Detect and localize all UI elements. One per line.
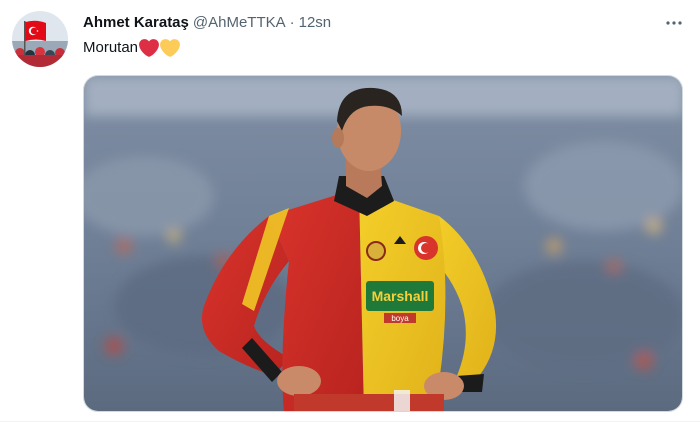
tweet-header: Ahmet Karataş @AhMeTTKA · 12sn — [83, 13, 331, 33]
yellow-heart-icon — [160, 39, 180, 57]
divider — [0, 421, 700, 422]
separator-dot: · — [289, 14, 295, 31]
tweet-card[interactable]: Ahmet Karataş @AhMeTTKA · 12sn Morutan M… — [0, 0, 700, 423]
turkish-flag-crowd-avatar-icon — [12, 11, 68, 67]
red-heart-icon — [139, 39, 159, 57]
avatar[interactable] — [12, 11, 68, 67]
football-player-photo: Marshall boya — [84, 76, 682, 411]
more-options-icon — [666, 21, 682, 25]
jersey-sponsor-sub: boya — [391, 314, 409, 323]
tweet-photo[interactable]: Marshall boya — [83, 75, 683, 412]
author-handle[interactable]: @AhMeTTKA — [193, 13, 286, 33]
tweet-text: Morutan — [83, 37, 180, 59]
more-options-button[interactable] — [662, 11, 686, 35]
author-display-name[interactable]: Ahmet Karataş — [83, 13, 189, 33]
jersey-sponsor: Marshall — [372, 288, 429, 304]
timestamp[interactable]: 12sn — [299, 13, 332, 33]
tweet-text-content: Morutan — [83, 39, 139, 56]
